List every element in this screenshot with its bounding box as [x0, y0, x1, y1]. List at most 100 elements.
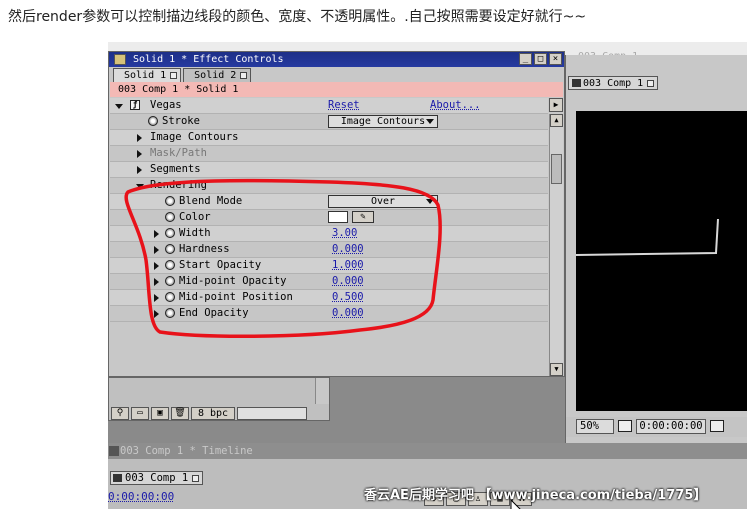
blend-mode-dropdown[interactable]: Over: [328, 195, 438, 208]
project-toolbar: ⚲ ▭ ▣ 🗑 8 bpc: [109, 405, 329, 421]
color-swatch[interactable]: [328, 211, 348, 223]
effect-parameter-list: ƒ Vegas Reset About... Stroke Image Cont…: [110, 98, 548, 374]
effect-name: Vegas: [150, 99, 182, 111]
trash-icon[interactable]: 🗑: [171, 406, 189, 420]
expand-triangle-icon[interactable]: [137, 166, 142, 174]
tab-label: Solid 2: [194, 70, 237, 81]
comp-icon: [113, 474, 122, 482]
stopwatch-icon[interactable]: [165, 212, 175, 222]
stopwatch-icon[interactable]: [165, 260, 175, 270]
segments-row: Segments: [110, 162, 548, 178]
project-horizontal-scrollbar[interactable]: [237, 406, 307, 420]
timeline-title-bar[interactable]: 003 Comp 1 * Timeline: [108, 443, 747, 459]
mid-point-position-value[interactable]: 0.500: [332, 290, 364, 305]
blend-mode-row: Blend Mode Over: [110, 194, 548, 210]
maximize-button[interactable]: □: [534, 53, 547, 65]
tab-label: Solid 1: [124, 70, 167, 81]
expand-triangle-icon[interactable]: [154, 262, 159, 270]
effect-controls-title: Solid 1 * Effect Controls: [133, 54, 284, 65]
param-label: Mid-point Opacity: [179, 275, 287, 287]
tab-menu-icon[interactable]: [240, 72, 248, 79]
find-icon[interactable]: ⚲: [111, 406, 129, 420]
collapse-triangle-icon[interactable]: [136, 184, 144, 189]
param-label: Start Opacity: [179, 259, 262, 271]
new-comp-icon[interactable]: ▣: [151, 406, 169, 420]
stroke-dropdown[interactable]: Image Contours: [328, 115, 438, 128]
expand-triangle-icon[interactable]: [154, 294, 159, 302]
expand-triangle-icon[interactable]: [154, 310, 159, 318]
about-link[interactable]: About...: [430, 98, 481, 113]
timeline-tab[interactable]: 003 Comp 1: [110, 471, 204, 485]
stroke-row: Stroke Image Contours: [110, 114, 548, 130]
comp-timecode[interactable]: 0:00:00:00: [636, 419, 706, 434]
comp-tab[interactable]: 003 Comp 1: [568, 76, 659, 90]
stopwatch-icon[interactable]: [165, 292, 175, 302]
timeline-icon: [109, 446, 119, 456]
composition-panel: 003 Comp 1 50% 0:00:00:00: [565, 55, 747, 443]
timeline-current-time[interactable]: 0:00:00:00: [108, 490, 174, 503]
rendering-row: Rendering: [110, 178, 548, 194]
group-label: Segments: [150, 163, 201, 175]
tab-menu-icon[interactable]: [647, 80, 655, 87]
stopwatch-icon[interactable]: [148, 116, 158, 126]
mid-point-opacity-value[interactable]: 0.000: [332, 274, 364, 289]
close-button[interactable]: ×: [549, 53, 562, 65]
start-opacity-value[interactable]: 1.000: [332, 258, 364, 273]
tab-menu-icon[interactable]: [192, 475, 200, 482]
panel-menu-arrow-icon[interactable]: ▶: [549, 98, 563, 112]
snapshot-icon[interactable]: [710, 420, 724, 432]
comp-icon: [572, 79, 581, 87]
stopwatch-icon[interactable]: [165, 196, 175, 206]
width-value[interactable]: 3.00: [332, 226, 357, 241]
param-label: End Opacity: [179, 307, 249, 319]
start-opacity-row: Start Opacity 1.000: [110, 258, 548, 274]
mid-point-opacity-row: Mid-point Opacity 0.000: [110, 274, 548, 290]
tab-solid-1[interactable]: Solid 1: [113, 68, 182, 82]
new-folder-icon[interactable]: ▭: [131, 406, 149, 420]
expand-triangle-icon[interactable]: [154, 278, 159, 286]
expand-triangle-icon[interactable]: [137, 150, 142, 158]
expand-triangle-icon[interactable]: [154, 230, 159, 238]
end-opacity-row: End Opacity 0.000: [110, 306, 548, 322]
effect-controls-tabs: Solid 1 Solid 2: [113, 68, 253, 82]
mask-path-row: Mask/Path: [110, 146, 548, 162]
article-caption: 然后render参数可以控制描边线段的颜色、宽度、不透明属性。.自己按照需要设定…: [8, 9, 587, 25]
zoom-dropdown[interactable]: 50%: [576, 419, 614, 434]
watermark: 香云AE后期学习吧 【www.jineca.com/tieba/1775】: [364, 488, 707, 503]
stopwatch-icon[interactable]: [165, 228, 175, 238]
comp-tab-label: 003 Comp 1: [583, 78, 644, 89]
layer-path-bar: 003 Comp 1 * Solid 1: [110, 82, 563, 97]
expand-triangle-icon[interactable]: [137, 134, 142, 142]
group-label: Rendering: [150, 179, 207, 191]
eyedropper-icon[interactable]: ✎: [352, 211, 374, 223]
tab-solid-2[interactable]: Solid 2: [183, 68, 252, 82]
minimize-button[interactable]: _: [519, 53, 532, 65]
fx-toggle-icon[interactable]: ƒ: [130, 100, 140, 110]
stopwatch-icon[interactable]: [165, 308, 175, 318]
tab-menu-icon[interactable]: [170, 72, 178, 79]
project-scrollbar[interactable]: [315, 378, 329, 404]
grid-icon[interactable]: [618, 420, 632, 432]
scroll-up-icon[interactable]: ▲: [550, 114, 563, 127]
effect-controls-scrollbar[interactable]: ▲ ▼: [549, 114, 563, 376]
window-buttons: _ □ ×: [519, 53, 562, 65]
hardness-value[interactable]: 0.000: [332, 242, 364, 257]
end-opacity-value[interactable]: 0.000: [332, 306, 364, 321]
reset-link[interactable]: Reset: [328, 98, 360, 113]
mid-point-position-row: Mid-point Position 0.500: [110, 290, 548, 306]
stopwatch-icon[interactable]: [165, 276, 175, 286]
stopwatch-icon[interactable]: [165, 244, 175, 254]
effect-controls-panel: Solid 1 * Effect Controls _ □ × Solid 1 …: [108, 51, 565, 377]
param-label: Color: [179, 211, 211, 223]
bit-depth-button[interactable]: 8 bpc: [191, 406, 235, 420]
group-label: Mask/Path: [150, 147, 207, 159]
timeline-title: 003 Comp 1 * Timeline: [120, 445, 253, 457]
scroll-down-icon[interactable]: ▼: [550, 363, 563, 376]
color-row: Color ✎: [110, 210, 548, 226]
collapse-triangle-icon[interactable]: [115, 104, 123, 109]
effect-controls-title-bar[interactable]: Solid 1 * Effect Controls _ □ ×: [109, 52, 564, 67]
comp-viewer-canvas[interactable]: [575, 111, 747, 411]
scroll-thumb[interactable]: [551, 154, 562, 184]
expand-triangle-icon[interactable]: [154, 246, 159, 254]
group-label: Image Contours: [150, 131, 239, 143]
